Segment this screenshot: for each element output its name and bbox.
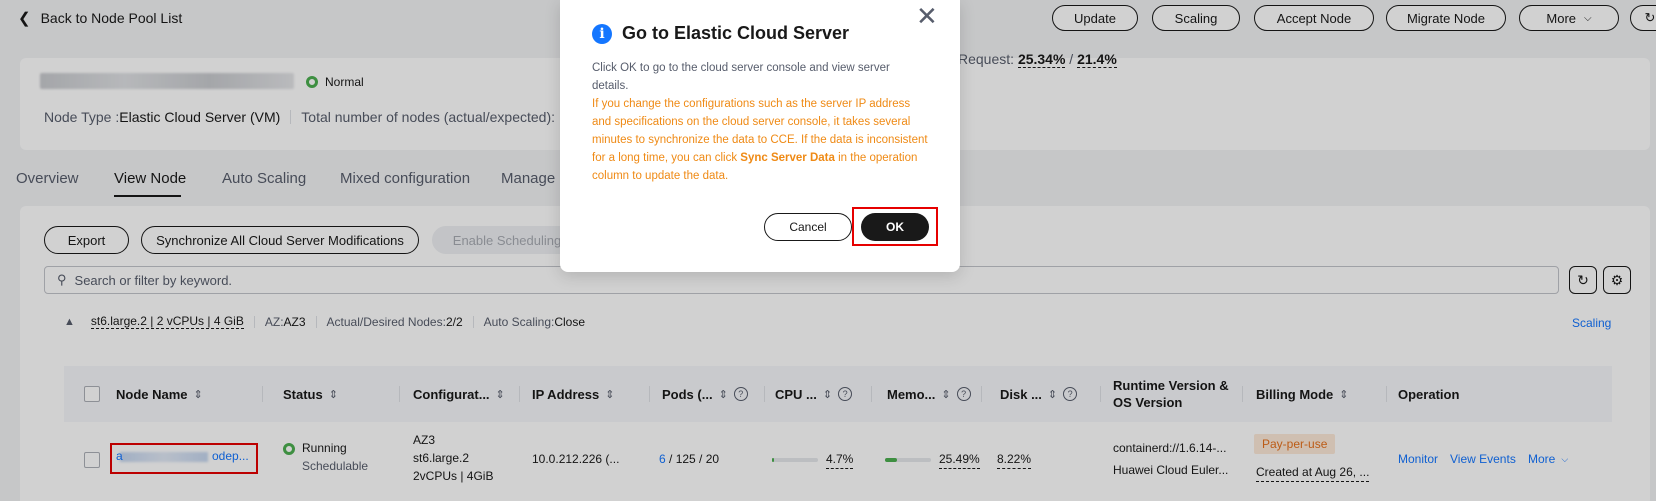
dialog-title: Go to Elastic Cloud Server xyxy=(622,23,850,43)
dialog-warning: If you change the configurations such as… xyxy=(592,95,932,185)
go-to-ecs-dialog: ✕ i Go to Elastic Cloud Server Click OK … xyxy=(560,0,960,272)
info-icon: i xyxy=(592,24,612,44)
ok-button-highlight xyxy=(852,207,938,246)
dialog-description: Click OK to go to the cloud server conso… xyxy=(592,62,890,92)
cancel-button[interactable]: Cancel xyxy=(764,213,852,241)
close-icon[interactable]: ✕ xyxy=(916,4,938,30)
sync-server-data-text: Sync Server Data xyxy=(740,152,835,164)
